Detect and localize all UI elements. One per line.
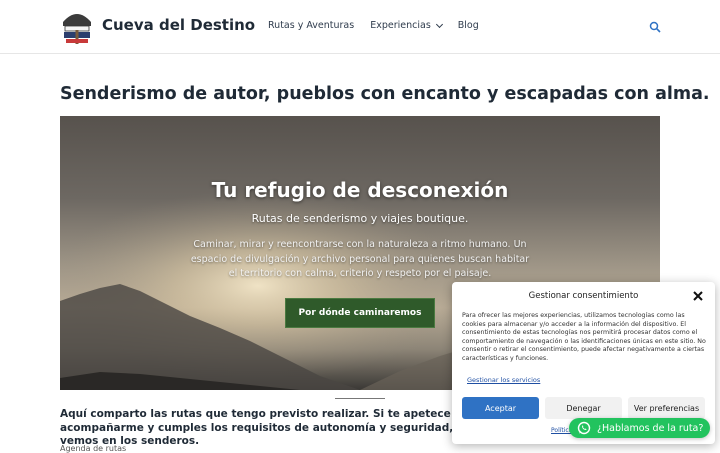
nav-item-label: Rutas y Aventuras xyxy=(268,20,355,31)
intro-text: Aquí comparto las rutas que tengo previs… xyxy=(60,408,478,447)
consent-title: Gestionar consentimiento xyxy=(528,291,639,301)
agenda-label[interactable]: Agenda de rutas xyxy=(60,444,126,453)
close-icon[interactable] xyxy=(692,290,704,302)
hero-description: Caminar, mirar y reencontrarse con la na… xyxy=(190,239,530,279)
manage-services-link[interactable]: Gestionar los servicios xyxy=(467,376,540,384)
whatsapp-icon xyxy=(577,421,591,435)
nav-item-blog[interactable]: Blog xyxy=(458,20,479,31)
site-header: Cueva del Destino Rutas y Aventuras Expe… xyxy=(0,0,720,54)
main-nav: Rutas y Aventuras Experiencias Blog xyxy=(268,20,479,31)
nav-item-experiencias[interactable]: Experiencias xyxy=(370,20,443,31)
site-title[interactable]: Cueva del Destino xyxy=(102,16,255,34)
site-logo[interactable] xyxy=(60,8,94,46)
nav-item-label: Blog xyxy=(457,20,479,31)
page-headline: Senderismo de autor, pueblos con encanto… xyxy=(60,84,710,104)
search-icon[interactable] xyxy=(649,21,661,33)
view-preferences-button[interactable]: Ver preferencias xyxy=(628,397,705,419)
deny-button[interactable]: Denegar xyxy=(545,397,622,419)
whatsapp-label: ¿Hablamos de la ruta? xyxy=(597,422,704,434)
whatsapp-chat-button[interactable]: ¿Hablamos de la ruta? xyxy=(569,418,710,438)
consent-text: Para ofrecer las mejores experiencias, u… xyxy=(462,312,706,362)
nav-item-rutas[interactable]: Rutas y Aventuras xyxy=(268,20,354,31)
nav-item-label: Experiencias xyxy=(370,20,431,31)
accept-button[interactable]: Aceptar xyxy=(462,397,539,419)
hero-title: Tu refugio de desconexión xyxy=(211,178,509,202)
chevron-down-icon xyxy=(435,20,443,28)
hero-subtitle: Rutas de senderismo y viajes boutique. xyxy=(251,212,469,225)
section-divider xyxy=(335,398,385,399)
routes-button[interactable]: Por dónde caminaremos xyxy=(285,298,435,328)
